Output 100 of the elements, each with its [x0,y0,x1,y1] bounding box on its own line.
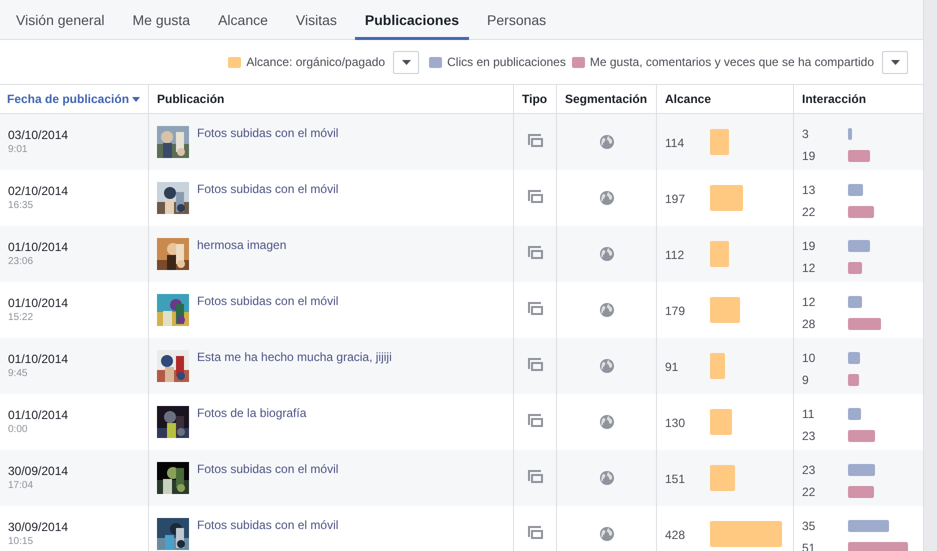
date-text: 30/09/2014 [8,464,70,478]
column-header[interactable]: Publicación [148,84,513,114]
engagement-bar [848,374,859,386]
reach-bar [710,241,729,267]
caret-icon [890,60,900,64]
time-text: 15:22 [8,312,34,323]
sort-caret-icon [132,96,140,102]
globe-icon [600,247,614,261]
album-icon [528,246,542,259]
date-text: 01/10/2014 [8,296,70,310]
column-header[interactable]: Alcance [656,84,793,114]
reach-value: 428 [665,527,686,542]
time-text: 9:45 [8,368,28,379]
post-link[interactable]: Fotos subidas con el móvil [197,294,338,338]
clicks-bar [848,296,862,308]
time-text: 10:15 [8,536,34,547]
reach-value: 197 [665,191,686,206]
date-text: 01/10/2014 [8,240,70,254]
time-text: 9:01 [8,144,28,155]
tab[interactable]: Me gusta [122,0,200,40]
clicks-bar [848,240,870,252]
legend-label: Alcance: orgánico/pagado [246,55,386,69]
globe-icon [600,359,614,373]
post-link[interactable]: Fotos subidas con el móvil [197,182,338,226]
clicks-bar [848,184,864,196]
globe-icon [600,527,614,541]
clicks-value: 11 [802,408,816,423]
tab[interactable]: Visión general [6,0,114,40]
time-text: 23:06 [8,256,34,267]
reach-value: 151 [665,471,686,486]
engagement-value: 28 [802,318,816,332]
clicks-value: 13 [802,184,816,199]
post-link[interactable]: Fotos de la biografía [197,406,306,450]
reach-value: 179 [665,303,686,318]
album-icon [528,470,542,483]
engagement-bar [848,542,908,551]
clicks-bar [848,128,852,140]
album-icon [528,358,542,371]
column-header[interactable]: Interacción [793,84,923,114]
clicks-bar [848,464,875,476]
engagement-value: 9 [802,374,810,388]
clicks-value: 10 [802,352,816,367]
globe-icon [600,303,614,317]
date-text: 01/10/2014 [8,408,70,422]
clicks-value: 35 [802,520,816,535]
reach-bar [710,465,736,491]
dropdown-button[interactable] [882,50,908,74]
legend-label: Clics en publicaciones [447,55,566,69]
album-icon [528,302,542,315]
tab[interactable]: Alcance [208,0,278,40]
album-icon [528,414,542,427]
reach-value: 114 [665,135,686,150]
album-icon [528,134,542,147]
engagement-value: 22 [802,486,816,500]
engagement-bar [848,318,881,330]
date-text: 30/09/2014 [8,520,70,534]
album-icon [528,526,542,539]
date-text: 03/10/2014 [8,128,70,142]
engagement-value: 19 [802,150,816,164]
engagement-bar [848,206,874,218]
album-icon [528,190,542,203]
post-link[interactable]: Fotos subidas con el móvil [197,518,338,551]
clicks-value: 23 [802,464,816,479]
reach-bar [710,521,782,547]
engagement-value: 22 [802,206,816,220]
clicks-value: 3 [802,128,810,143]
globe-icon [600,471,614,485]
globe-icon [600,191,614,205]
clicks-value: 12 [802,296,816,311]
reach-bar [710,409,732,435]
tab[interactable]: Publicaciones [354,0,470,40]
engagement-bar [848,150,870,162]
date-text: 02/10/2014 [8,184,70,198]
engagement-value: 12 [802,262,816,276]
dropdown-button[interactable] [393,50,420,74]
clicks-value: 19 [802,240,816,255]
engagement-bar [848,262,862,274]
post-link[interactable]: hermosa imagen [197,238,286,282]
engagement-bar [848,486,874,498]
engagement-bar [848,430,875,442]
time-text: 0:00 [8,424,28,435]
reach-value: 112 [665,247,686,262]
clicks-bar [848,520,889,532]
date-text: 01/10/2014 [8,352,70,366]
engagement-value: 23 [802,430,816,444]
time-text: 17:04 [8,480,34,491]
reach-bar [710,185,744,211]
reach-bar [710,297,740,323]
reach-value: 91 [665,359,680,374]
globe-icon [600,135,614,149]
reach-bar [710,129,730,155]
tab[interactable]: Visitas [286,0,347,40]
tab[interactable]: Personas [477,0,556,40]
clicks-bar [848,352,860,364]
time-text: 16:35 [8,200,34,211]
caret-icon [402,60,411,64]
clicks-bar [848,408,861,420]
globe-icon [600,415,614,429]
legend-label: Me gusta, comentarios y veces que se ha compartido [590,55,874,69]
reach-bar [710,353,726,379]
